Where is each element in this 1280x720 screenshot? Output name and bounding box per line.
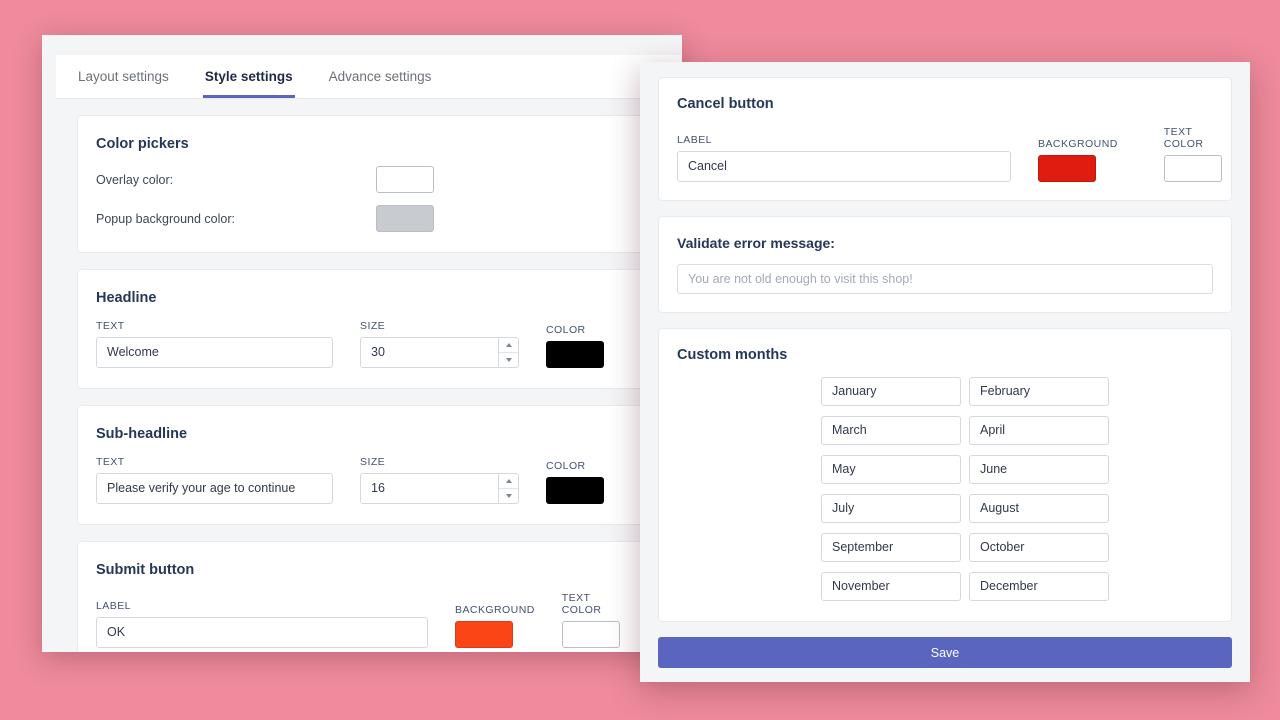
tab-advance-settings[interactable]: Advance settings bbox=[327, 69, 434, 98]
headline-text-label: TEXT bbox=[96, 320, 125, 332]
month-input-june[interactable]: June bbox=[969, 455, 1109, 484]
card-color-pickers: Color pickers Overlay color: Popup backg… bbox=[77, 115, 673, 253]
cancel-button-title: Cancel button bbox=[677, 96, 774, 112]
popup-background-color-label: Popup background color: bbox=[96, 211, 235, 226]
sub-headline-color-label: COLOR bbox=[546, 460, 586, 472]
cancel-label-label: LABEL bbox=[677, 134, 712, 146]
sub-headline-text-label: TEXT bbox=[96, 456, 125, 468]
sub-headline-size-spinner[interactable] bbox=[498, 474, 518, 503]
submit-text-color-label: TEXT COLOR bbox=[561, 592, 602, 616]
style-settings-window: Layout settings Style settings Advance s… bbox=[42, 35, 682, 652]
month-input-november[interactable]: November bbox=[821, 572, 961, 601]
headline-color-label: COLOR bbox=[546, 324, 586, 336]
sub-headline-size-input[interactable]: 16 bbox=[361, 474, 498, 503]
month-input-july[interactable]: July bbox=[821, 494, 961, 523]
headline-color-field: COLOR bbox=[546, 324, 604, 368]
headline-size-input[interactable]: 30 bbox=[361, 338, 498, 367]
sub-headline-size-decrement[interactable] bbox=[499, 489, 518, 503]
submit-label-label: LABEL bbox=[96, 600, 131, 612]
cancel-label-input[interactable]: Cancel bbox=[677, 151, 1011, 182]
cancel-text-color-swatch[interactable] bbox=[1163, 155, 1222, 182]
validate-error-input[interactable]: You are not old enough to visit this sho… bbox=[677, 264, 1213, 294]
overlay-color-swatch[interactable] bbox=[376, 166, 434, 193]
headline-text-input[interactable]: Welcome bbox=[96, 337, 333, 368]
save-button[interactable]: Save bbox=[658, 637, 1232, 668]
submit-text-color-swatch[interactable] bbox=[561, 621, 620, 648]
chevron-down-icon bbox=[505, 358, 512, 362]
sub-headline-size-increment[interactable] bbox=[499, 474, 518, 489]
month-input-august[interactable]: August bbox=[969, 494, 1109, 523]
overlay-color-label: Overlay color: bbox=[96, 172, 174, 187]
card-sub-headline: Sub-headline TEXT Please verify your age… bbox=[77, 405, 673, 525]
sub-headline-fields: TEXT Please verify your age to continue … bbox=[96, 456, 654, 504]
month-input-december[interactable]: December bbox=[969, 572, 1109, 601]
tab-layout-settings[interactable]: Layout settings bbox=[76, 69, 171, 98]
headline-fields: TEXT Welcome SIZE 30 COLOR bbox=[96, 320, 654, 368]
validate-error-title: Validate error message: bbox=[677, 235, 835, 251]
headline-color-swatch[interactable] bbox=[546, 341, 604, 368]
chevron-up-icon bbox=[505, 479, 512, 483]
card-headline: Headline TEXT Welcome SIZE 30 COLOR bbox=[77, 269, 673, 389]
sub-headline-title: Sub-headline bbox=[96, 426, 188, 442]
month-input-october[interactable]: October bbox=[969, 533, 1109, 562]
sub-headline-color-swatch[interactable] bbox=[546, 477, 604, 504]
tab-style-settings[interactable]: Style settings bbox=[202, 69, 295, 98]
submit-label-field: LABEL OK bbox=[96, 600, 428, 648]
headline-size-stepper[interactable]: 30 bbox=[360, 337, 519, 368]
sub-headline-color-field: COLOR bbox=[546, 460, 604, 504]
sub-headline-text-input[interactable]: Please verify your age to continue bbox=[96, 473, 333, 504]
cancel-background-field: BACKGROUND bbox=[1038, 138, 1118, 182]
cancel-text-color-label: TEXT COLOR bbox=[1163, 126, 1204, 150]
settings-tabbar: Layout settings Style settings Advance s… bbox=[56, 55, 682, 99]
card-submit-button: Submit button LABEL OK BACKGROUND TEXT C… bbox=[77, 541, 673, 652]
cancel-settings-window: Cancel button LABEL Cancel BACKGROUND TE… bbox=[640, 62, 1250, 682]
cancel-background-swatch[interactable] bbox=[1038, 155, 1096, 182]
month-input-february[interactable]: February bbox=[969, 377, 1109, 406]
overlay-color-row: Overlay color: bbox=[96, 166, 654, 193]
sub-headline-size-label: SIZE bbox=[360, 456, 386, 468]
custom-months-title: Custom months bbox=[677, 347, 788, 363]
month-input-september[interactable]: September bbox=[821, 533, 961, 562]
submit-button-fields: LABEL OK BACKGROUND TEXT COLOR bbox=[96, 592, 654, 648]
sub-headline-size-stepper[interactable]: 16 bbox=[360, 473, 519, 504]
sub-headline-text-field: TEXT Please verify your age to continue bbox=[96, 456, 333, 504]
screen: Layout settings Style settings Advance s… bbox=[0, 0, 1280, 720]
sub-headline-size-field: SIZE 16 bbox=[360, 456, 519, 504]
cancel-background-label: BACKGROUND bbox=[1038, 138, 1118, 150]
month-input-april[interactable]: April bbox=[969, 416, 1109, 445]
card-validate-error-message: Validate error message: You are not old … bbox=[658, 216, 1232, 313]
headline-text-field: TEXT Welcome bbox=[96, 320, 333, 368]
headline-size-label: SIZE bbox=[360, 320, 386, 332]
chevron-down-icon bbox=[505, 494, 512, 498]
color-pickers-title: Color pickers bbox=[96, 136, 189, 152]
left-window-body: Color pickers Overlay color: Popup backg… bbox=[56, 99, 682, 652]
submit-background-label: BACKGROUND bbox=[455, 604, 535, 616]
submit-text-color-field: TEXT COLOR bbox=[561, 592, 627, 648]
submit-background-swatch[interactable] bbox=[455, 621, 513, 648]
left-window-content: Layout settings Style settings Advance s… bbox=[56, 55, 682, 652]
submit-label-input[interactable]: OK bbox=[96, 617, 428, 648]
headline-size-decrement[interactable] bbox=[499, 353, 518, 367]
cancel-text-color-field: TEXT COLOR bbox=[1163, 126, 1222, 182]
card-custom-months: Custom months January February March Apr… bbox=[658, 328, 1232, 622]
month-input-may[interactable]: May bbox=[821, 455, 961, 484]
headline-size-spinner[interactable] bbox=[498, 338, 518, 367]
custom-months-grid: January February March April May June Ju… bbox=[821, 377, 1213, 601]
popup-background-color-row: Popup background color: bbox=[96, 205, 654, 232]
headline-size-increment[interactable] bbox=[499, 338, 518, 353]
headline-title: Headline bbox=[96, 290, 157, 306]
card-cancel-button: Cancel button LABEL Cancel BACKGROUND TE… bbox=[658, 77, 1232, 201]
submit-background-field: BACKGROUND bbox=[455, 604, 535, 648]
submit-button-title: Submit button bbox=[96, 562, 195, 578]
popup-background-color-swatch[interactable] bbox=[376, 205, 434, 232]
cancel-button-fields: LABEL Cancel BACKGROUND TEXT COLOR bbox=[677, 126, 1222, 182]
headline-size-field: SIZE 30 bbox=[360, 320, 519, 368]
chevron-up-icon bbox=[505, 343, 512, 347]
month-input-march[interactable]: March bbox=[821, 416, 961, 445]
cancel-label-field: LABEL Cancel bbox=[677, 134, 1011, 182]
month-input-january[interactable]: January bbox=[821, 377, 961, 406]
